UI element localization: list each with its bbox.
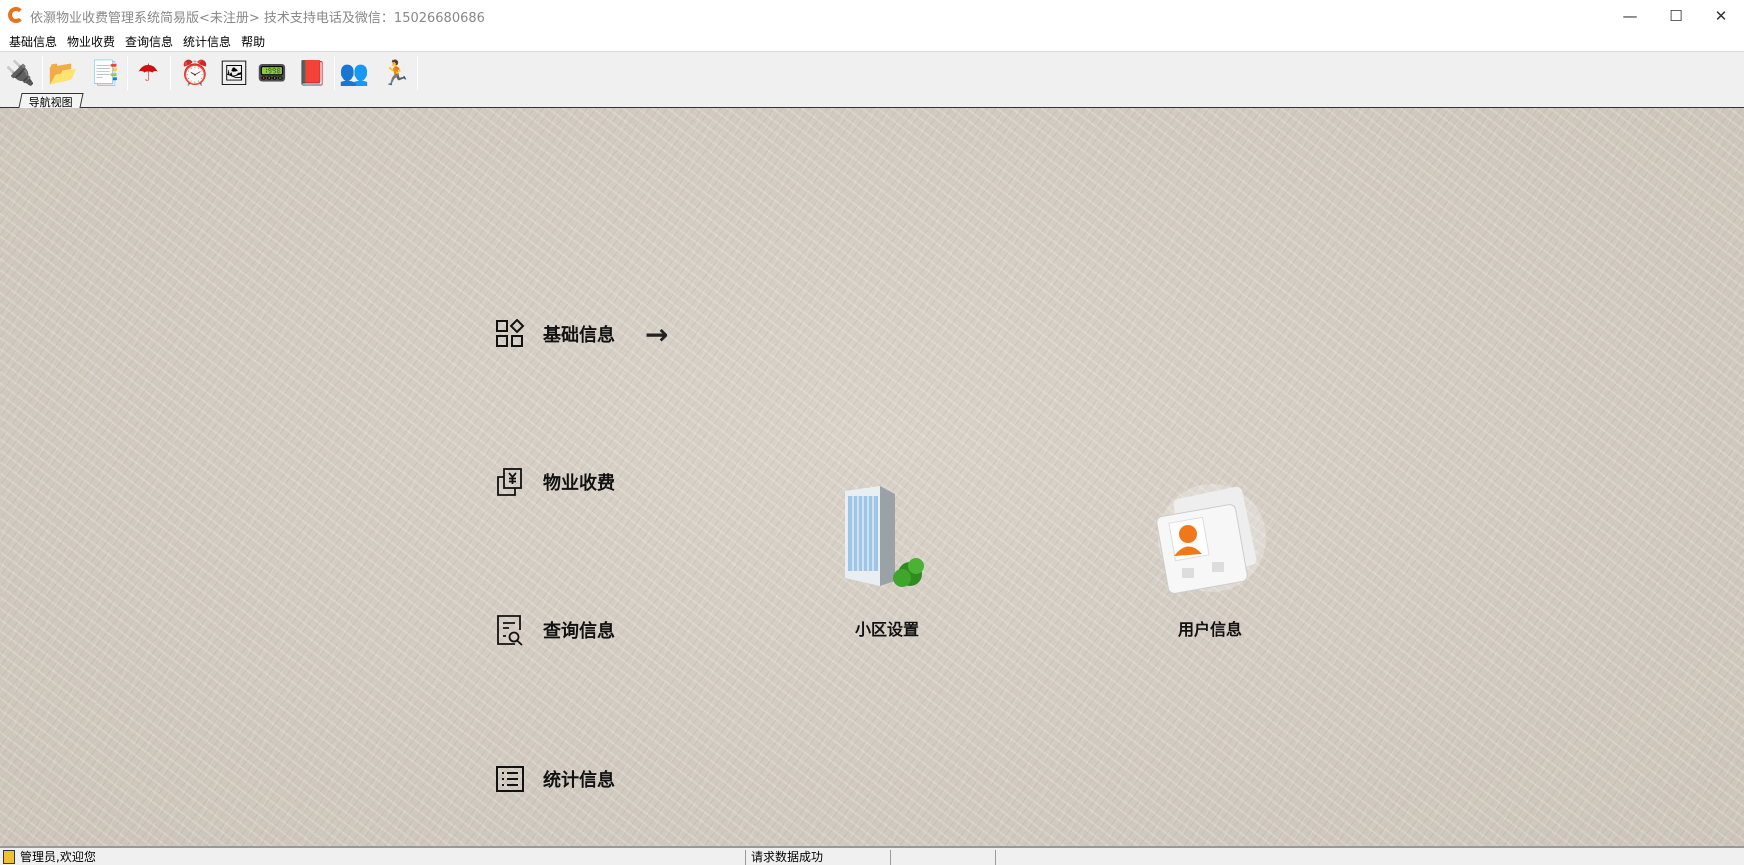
building-icon xyxy=(845,486,924,587)
yuan-document-icon xyxy=(494,466,526,498)
status-bar: 管理员,欢迎您 请求数据成功 xyxy=(0,846,1744,865)
nav-label: 查询信息 xyxy=(543,621,615,642)
document-search-icon xyxy=(494,614,526,646)
user-icon xyxy=(3,850,15,864)
copy-files-icon[interactable]: 📑 xyxy=(89,57,121,89)
menu-query[interactable]: 查询信息 xyxy=(122,31,180,51)
contact-cards-icon xyxy=(1156,484,1266,594)
tab-navigation-view[interactable]: 导航视图 xyxy=(18,93,84,109)
list-icon xyxy=(494,763,526,795)
menu-statistics[interactable]: 统计信息 xyxy=(180,31,238,51)
close-button[interactable]: ✕ xyxy=(1698,0,1744,31)
arrow-right-icon: → xyxy=(645,318,669,351)
status-user: 管理员,欢迎您 xyxy=(20,850,96,864)
pda-icon[interactable]: 📟 xyxy=(256,57,288,89)
app-logo-icon xyxy=(8,7,24,23)
grid-icon xyxy=(494,318,526,350)
window-title: 依灏物业收费管理系统简易版<未注册> 技术支持电话及微信：15026680686 xyxy=(30,11,485,26)
users-icon[interactable]: 👥 xyxy=(338,57,370,89)
menu-help[interactable]: 帮助 xyxy=(238,31,272,51)
umbrella-icon[interactable]: ☂ xyxy=(132,57,164,89)
menu-basic-info[interactable]: 基础信息 xyxy=(6,31,64,51)
toolbar-separator xyxy=(170,56,171,90)
menu-bar: 基础信息 物业收费 查询信息 统计信息 帮助 xyxy=(0,31,1744,51)
status-panel xyxy=(995,850,1005,865)
running-man-icon[interactable]: 🏃 xyxy=(380,57,412,89)
connect-icon[interactable]: 🔌 xyxy=(4,57,36,89)
toolbar: 🔌 📂 📑 ☂ ⏰ 🖼 📟 📕 👥 🏃 xyxy=(0,51,1744,93)
toolbar-separator xyxy=(42,56,43,90)
nav-basic-info[interactable]: 基础信息 xyxy=(494,316,615,352)
minimize-button[interactable]: — xyxy=(1607,0,1653,31)
tab-strip: 导航视图 xyxy=(0,93,1744,109)
nav-statistics[interactable]: 统计信息 xyxy=(494,761,615,797)
maximize-button[interactable]: ☐ xyxy=(1653,0,1699,31)
nav-label: 物业收费 xyxy=(543,473,615,494)
status-message: 请求数据成功 xyxy=(745,850,890,865)
title-bar: 依灏物业收费管理系统简易版<未注册> 技术支持电话及微信：15026680686… xyxy=(0,0,1744,31)
menu-property-fees[interactable]: 物业收费 xyxy=(64,31,122,51)
user-info-button[interactable] xyxy=(1150,482,1268,596)
nav-property-fees[interactable]: 物业收费 xyxy=(494,464,615,500)
toolbar-separator xyxy=(334,56,335,90)
community-settings-label[interactable]: 小区设置 xyxy=(855,616,919,640)
picture-icon[interactable]: 🖼 xyxy=(218,57,250,89)
help-book-icon[interactable]: 📕 xyxy=(296,57,328,89)
navigation-view xyxy=(0,108,1744,846)
toolbar-separator xyxy=(127,56,128,90)
nav-label: 基础信息 xyxy=(543,325,615,346)
nav-query[interactable]: 查询信息 xyxy=(494,612,615,648)
nav-label: 统计信息 xyxy=(543,770,615,791)
status-panel xyxy=(890,850,995,865)
alarm-clock-icon[interactable]: ⏰ xyxy=(179,57,211,89)
folder-icon[interactable]: 📂 xyxy=(47,57,79,89)
toolbar-separator xyxy=(417,56,418,90)
community-settings-button[interactable] xyxy=(840,486,930,591)
user-info-label[interactable]: 用户信息 xyxy=(1178,616,1242,640)
